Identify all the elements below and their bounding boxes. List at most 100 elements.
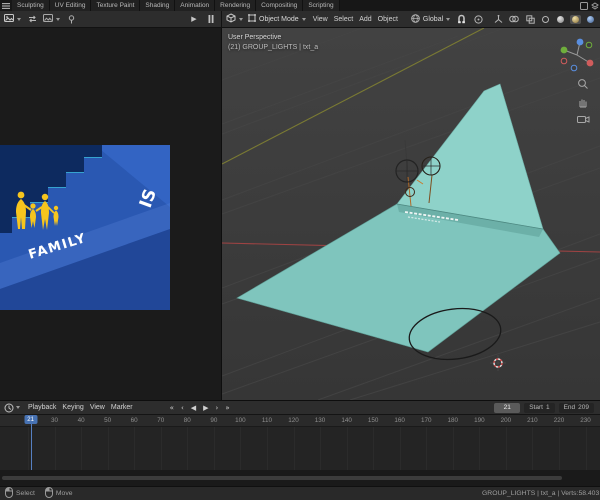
viewport[interactable]: User Perspective (21) GROUP_LIGHTS | txt… (222, 28, 600, 400)
pause-icon[interactable] (205, 13, 217, 26)
workspace-tab-shading[interactable]: Shading (140, 0, 176, 11)
horizontal-scrollbar[interactable] (2, 476, 562, 480)
ruler-frame-number: 120 (288, 417, 299, 424)
viewport-menu-add[interactable]: Add (357, 16, 373, 23)
workspace-tab-uv-editing[interactable]: UV Editing (49, 0, 92, 11)
timeline-editor-icon[interactable] (4, 403, 20, 413)
snap-magnet-icon[interactable] (455, 13, 467, 26)
overlays-icon[interactable] (508, 13, 520, 26)
editor-type-button[interactable] (226, 13, 243, 25)
play-icon[interactable]: ▶ (188, 13, 200, 26)
timeline-gridline (107, 427, 109, 471)
globe-icon (411, 13, 420, 25)
backdrop-mesh[interactable] (236, 83, 561, 353)
viewport-menu-object[interactable]: Object (376, 16, 400, 23)
status-bar: Select Move GROUP_LIGHTS | txt_a | Verts:… (0, 486, 600, 500)
timeline-gridline (240, 427, 242, 471)
app-menu-icon[interactable] (0, 0, 12, 11)
xray-toggle-icon[interactable] (524, 13, 536, 26)
mode-select-label: Object Mode (259, 15, 299, 23)
timeline-gridline (532, 427, 534, 471)
view-label: User Perspective (228, 34, 282, 41)
timeline-menu-playback[interactable]: Playback (26, 404, 58, 411)
workspace-tab-compositing[interactable]: Compositing (256, 0, 304, 11)
editor-type-button[interactable] (4, 13, 21, 25)
jump-to-start-button[interactable]: « (167, 403, 177, 413)
timeline-menu-view[interactable]: View (88, 404, 107, 411)
chevron-down-icon (17, 17, 21, 21)
timeline-menu-keying[interactable]: Keying (60, 404, 85, 411)
hint-label: Select (16, 490, 35, 497)
chevron-down-icon (301, 17, 306, 21)
viewport-menus: View Select Add Object (311, 16, 400, 23)
pan-hand-icon[interactable] (576, 96, 590, 108)
proportional-editing-icon[interactable] (472, 13, 484, 26)
viewport-scene[interactable] (222, 28, 600, 400)
mode-select[interactable]: Object Mode (248, 14, 306, 24)
frame-end-field[interactable]: End 209 (558, 402, 594, 413)
shading-solid-icon[interactable] (555, 15, 566, 24)
jump-to-end-button[interactable]: » (222, 403, 232, 413)
timeline-gridline (320, 427, 322, 471)
3d-cursor (490, 355, 506, 371)
shading-wireframe-icon[interactable] (540, 15, 551, 24)
timeline-ruler[interactable]: 2030405060708090100110120130140150160170… (0, 415, 600, 427)
blender-window: Sculpting UV Editing Texture Paint Shading A… (0, 0, 600, 500)
timeline-gridline (452, 427, 454, 471)
pin-icon[interactable] (65, 13, 77, 26)
frame-start-field[interactable]: Start 1 (524, 402, 555, 413)
frame-start-value: 1 (545, 404, 550, 411)
timeline-gridline (559, 427, 560, 471)
image-editor-icon (4, 13, 14, 25)
current-frame-field[interactable]: 21 (494, 402, 521, 413)
timeline-gridline (479, 427, 481, 471)
jump-to-next-keyframe-button[interactable]: › (213, 403, 222, 413)
image-browse-button[interactable] (43, 13, 60, 25)
viewport-menu-select[interactable]: Select (332, 16, 355, 23)
ruler-frame-number: 50 (104, 417, 112, 424)
navigation-gizmo[interactable] (559, 36, 595, 74)
jump-to-prev-keyframe-button[interactable]: ‹ (178, 403, 187, 413)
workspace-tab-rendering[interactable]: Rendering (215, 0, 257, 11)
hint-label: Move (55, 490, 73, 497)
ruler-frame-number: 200 (500, 417, 512, 424)
ruler-frame-number: 80 (183, 417, 191, 424)
play-button[interactable]: ▶ (200, 403, 211, 413)
frame-end-label: End (563, 404, 576, 411)
timeline-gridline (293, 427, 295, 471)
timeline-gridline (134, 427, 136, 471)
timeline-gridline (160, 427, 162, 471)
timeline-gridline (399, 427, 401, 471)
object-mode-icon (248, 14, 256, 24)
current-frame-value: 21 (503, 404, 511, 411)
timeline-menu-marker[interactable]: Marker (109, 404, 135, 411)
playhead-frame-label[interactable]: 21 (24, 415, 38, 424)
shading-material-icon[interactable] (570, 14, 581, 24)
ruler-frame-number: 60 (130, 417, 138, 424)
hint-move: Move (44, 487, 73, 500)
viewport-menu-view[interactable]: View (311, 16, 330, 23)
viewport-header: Object Mode View Select Add Object Global (222, 11, 600, 28)
play-reverse-button[interactable]: ◀ (188, 403, 199, 413)
mouse-icon (5, 487, 13, 500)
swap-image-icon[interactable] (26, 13, 38, 26)
workspace-tab-animation[interactable]: Animation (175, 0, 216, 11)
transform-orientation-select[interactable]: Global (411, 13, 451, 25)
view-layer-icon[interactable] (589, 0, 600, 11)
workspace-tab-sculpting[interactable]: Sculpting (12, 0, 50, 11)
scene-icon[interactable] (578, 0, 589, 11)
workspace-tab-texture-paint[interactable]: Texture Paint (91, 0, 141, 11)
show-gizmo-icon[interactable] (492, 13, 504, 26)
mouse-hints: Select Move (5, 487, 73, 500)
timeline-tracks[interactable] (0, 427, 600, 471)
timeline-gridline (54, 427, 56, 471)
ruler-frame-number: 90 (210, 417, 218, 424)
timeline-editor: Playback Keying View Marker «‹ ◀ ▶ ›» 21 Start… (0, 400, 600, 471)
camera-view-icon[interactable] (576, 114, 590, 124)
timeline-gridline (81, 427, 83, 471)
zoom-icon[interactable] (576, 78, 590, 90)
ruler-frame-number: 170 (420, 417, 432, 424)
workspace-tab-scripting[interactable]: Scripting (303, 0, 340, 11)
image-editor[interactable]: FAMILY IS (0, 28, 222, 400)
shading-rendered-icon[interactable] (585, 15, 596, 24)
